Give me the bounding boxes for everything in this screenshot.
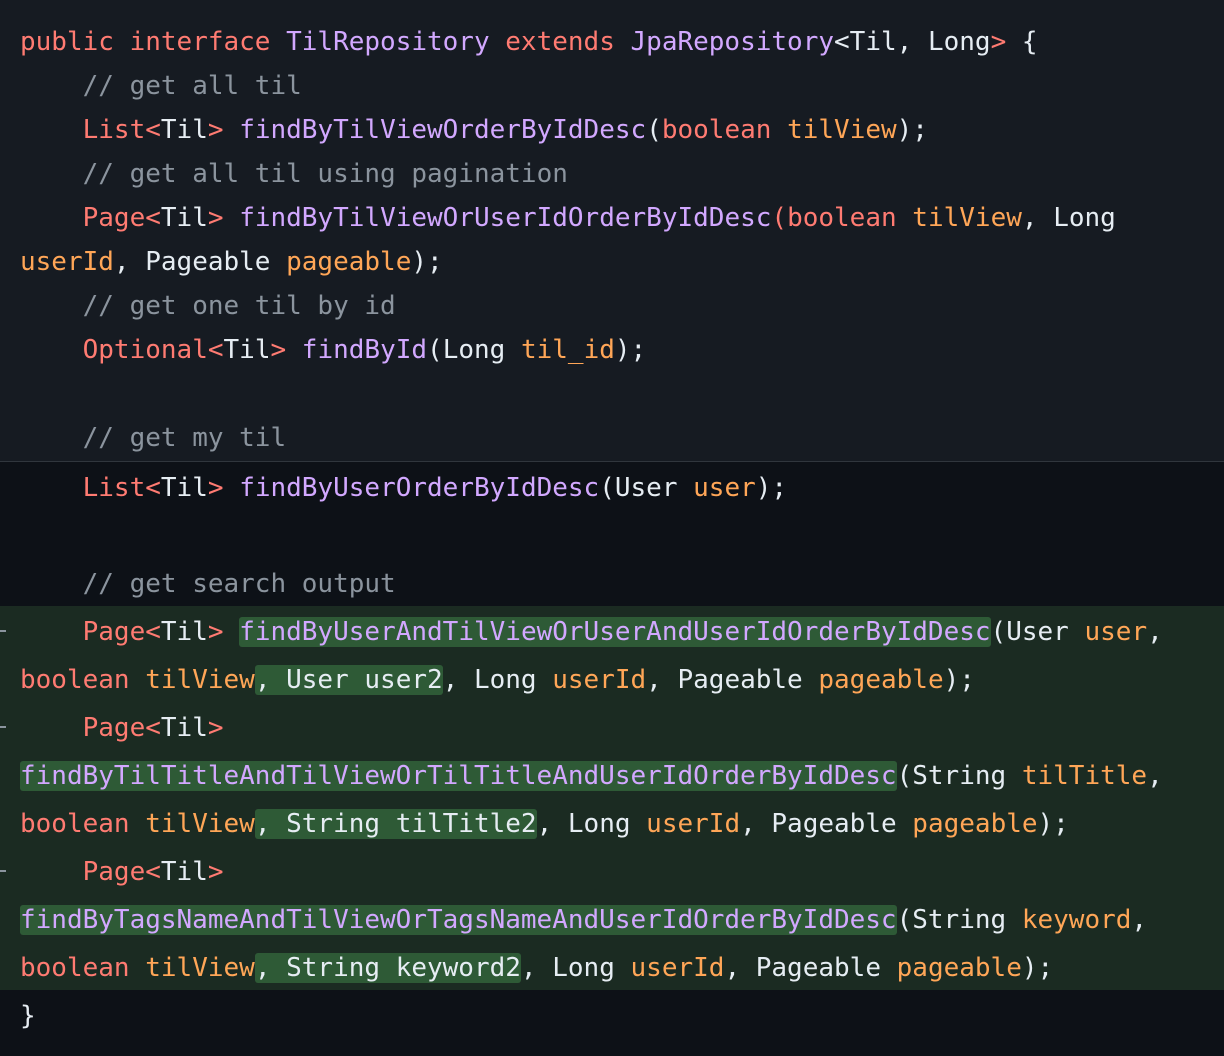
context-lines-block: List<Til> findByUserOrderByIdDesc(User u…: [0, 462, 1224, 606]
added-code-line: Page<Til>: [82, 857, 224, 887]
code-line: // get all til: [20, 62, 1224, 110]
type-name: Page: [82, 857, 146, 887]
added-fragment-highlight: , String keyword2: [254, 953, 521, 983]
type-name: Pageable: [755, 953, 881, 983]
param-name: tilView: [787, 115, 897, 145]
type-name: List: [82, 473, 146, 503]
type-name: Pageable: [145, 247, 271, 277]
param-name: pageable: [286, 247, 412, 277]
type-name: Long: [552, 953, 615, 983]
type-name: Page: [82, 617, 146, 647]
method-name-highlight: findByTagsNameAndTilViewOrTagsNameAndUse…: [20, 905, 897, 935]
code-line: // get all til using pagination: [20, 150, 1224, 198]
code-line: // get search output: [20, 560, 1224, 608]
type-name: Long: [473, 665, 537, 695]
type-name: Page: [82, 713, 146, 743]
type-name: TilRepository: [286, 27, 490, 57]
added-lines-block: Page<Til> findByUserAndTilViewOrUserAndU…: [0, 606, 1224, 990]
keyword: interface: [129, 27, 271, 57]
param-name: keyword: [1021, 905, 1132, 935]
code-line: Page<Til> findByTilViewOrUserIdOrderById…: [82, 203, 1116, 233]
context-lines-block: public interface TilRepository extends J…: [0, 0, 1224, 462]
param-name: userId: [20, 247, 114, 277]
param-name: pageable: [912, 809, 1038, 839]
code-line: }: [20, 992, 1224, 1040]
code-line: public interface TilRepository extends J…: [20, 27, 1038, 57]
param-name: userId: [646, 809, 741, 839]
type-name: JpaRepository: [630, 27, 835, 57]
param-name: userId: [630, 953, 725, 983]
keyword: extends: [505, 27, 615, 57]
added-fragment-highlight: , User user2: [254, 665, 443, 695]
type-name: List: [82, 115, 146, 145]
code-comment: // get search output: [82, 569, 396, 599]
param-name: userId: [552, 665, 647, 695]
added-code-line: Page<Til> findByUserAndTilViewOrUserAndU…: [82, 617, 1163, 647]
method-name-highlight: findByUserAndTilViewOrUserAndUserIdOrder…: [239, 617, 991, 647]
closing-brace: }: [20, 1001, 36, 1031]
code-line-wrap: userId, Pageable pageable);: [20, 247, 443, 277]
context-lines-block: }: [0, 990, 1224, 1056]
type-name: Page: [82, 203, 146, 233]
code-line: List<Til> findByUserOrderByIdDesc(User u…: [82, 473, 788, 503]
keyword: public: [20, 27, 114, 57]
code-line: Optional<Til> findById(Long til_id);: [82, 335, 647, 365]
param-name: tilView: [145, 665, 255, 695]
added-code-line-wrap: boolean tilView, String keyword2, Long u…: [20, 953, 1054, 983]
type-name: User: [1006, 617, 1069, 647]
diff-marker: [0, 630, 6, 632]
code-comment: // get all til: [82, 71, 302, 101]
diff-marker: [0, 726, 6, 728]
param-name: tilView: [912, 203, 1022, 233]
param-name: tilView: [145, 953, 255, 983]
added-fragment-highlight: , String tilTitle2: [254, 809, 537, 839]
added-code-line-wrap: boolean tilView, User user2, Long userId…: [20, 665, 975, 695]
added-code-line-wrap: findByTagsNameAndTilViewOrTagsNameAndUse…: [20, 905, 1148, 935]
type-name: Long: [442, 335, 506, 365]
type-name: boolean: [20, 953, 130, 983]
method-name: findByTilViewOrUserIdOrderByIdDesc: [239, 203, 772, 233]
param-name: pageable: [896, 953, 1022, 983]
added-code-line-wrap: boolean tilView, String tilTitle2, Long …: [20, 809, 1069, 839]
method-name: findByUserOrderByIdDesc: [239, 473, 600, 503]
code-comment: // get my til: [82, 423, 287, 453]
type-name: Pageable: [771, 809, 897, 839]
code-line: // get one til by id: [20, 282, 1224, 330]
code-diff-viewer: public interface TilRepository extends J…: [0, 0, 1224, 1056]
diff-marker: [0, 870, 6, 872]
param-name: tilView: [145, 809, 255, 839]
type-name: Long: [567, 809, 631, 839]
type-name: Optional: [82, 335, 208, 365]
type-name: String: [912, 761, 1007, 791]
type-name: boolean: [20, 665, 130, 695]
param-name: tilTitle: [1021, 761, 1148, 791]
type-name: String: [912, 905, 1007, 935]
type-name: boolean: [20, 809, 130, 839]
method-name: findById: [301, 335, 428, 365]
param-name: pageable: [818, 665, 944, 695]
type-name: User: [614, 473, 678, 503]
added-code-line-wrap: findByTilTitleAndTilViewOrTilTitleAndUse…: [20, 761, 1163, 791]
method-name-highlight: findByTilTitleAndTilViewOrTilTitleAndUse…: [20, 761, 897, 791]
param-name: til_id: [520, 335, 615, 365]
type-name: Pageable: [677, 665, 803, 695]
code-line: List<Til> findByTilViewOrderByIdDesc(boo…: [82, 115, 928, 145]
code-line: // get my til: [20, 414, 1224, 462]
method-name: findByTilViewOrderByIdDesc: [239, 115, 647, 145]
param-name: user: [1084, 617, 1148, 647]
type-name: boolean: [787, 203, 897, 233]
code-comment: // get one til by id: [82, 291, 396, 321]
type-arg: Til: [849, 27, 897, 57]
added-code-line: Page<Til>: [82, 713, 224, 743]
type-name: Long: [1053, 203, 1116, 233]
code-comment: // get all til using pagination: [82, 159, 568, 189]
type-arg: Long: [927, 27, 991, 57]
param-name: user: [693, 473, 756, 503]
type-name: boolean: [661, 115, 772, 145]
